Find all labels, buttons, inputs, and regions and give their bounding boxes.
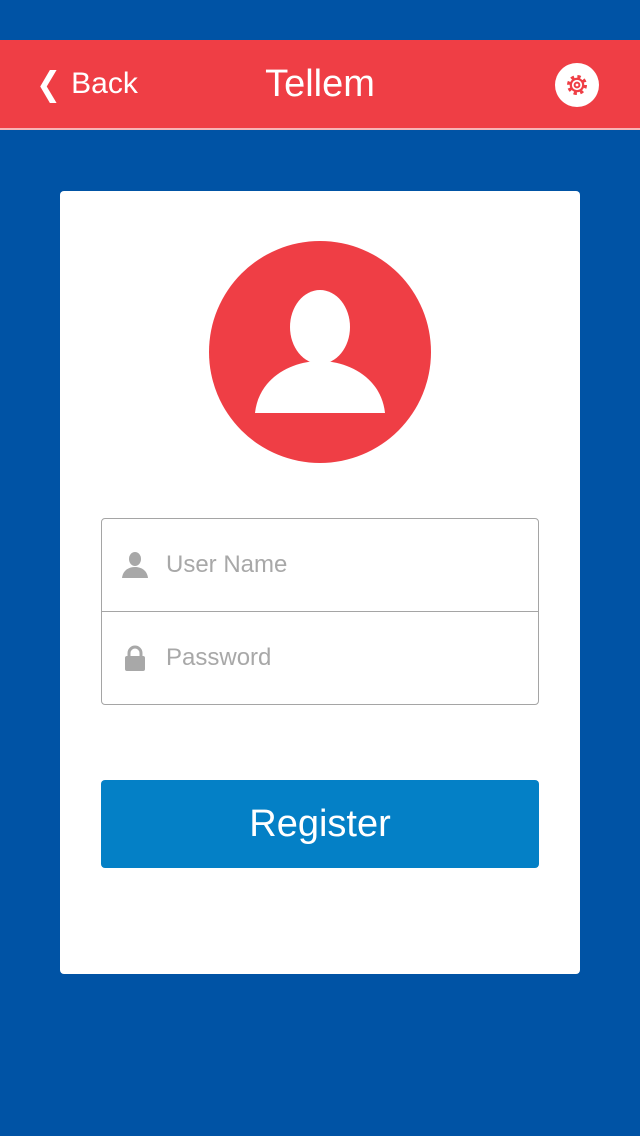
login-form (101, 518, 539, 705)
password-field[interactable] (102, 612, 538, 704)
username-input[interactable] (166, 551, 506, 579)
chevron-left-icon: ❮ (36, 65, 62, 103)
back-label: Back (71, 67, 138, 100)
username-field[interactable] (102, 519, 538, 612)
user-icon (120, 550, 150, 580)
navigation-bar: ❮ Back Tellem (0, 40, 640, 130)
user-avatar-icon (209, 241, 431, 463)
login-card: Register (60, 191, 580, 974)
password-input[interactable] (166, 644, 506, 672)
back-button[interactable]: ❮ Back (36, 62, 138, 106)
settings-button[interactable] (555, 63, 599, 107)
lock-icon (120, 643, 150, 673)
status-bar (0, 0, 640, 40)
gear-icon (567, 75, 587, 95)
register-button[interactable]: Register (101, 780, 539, 868)
